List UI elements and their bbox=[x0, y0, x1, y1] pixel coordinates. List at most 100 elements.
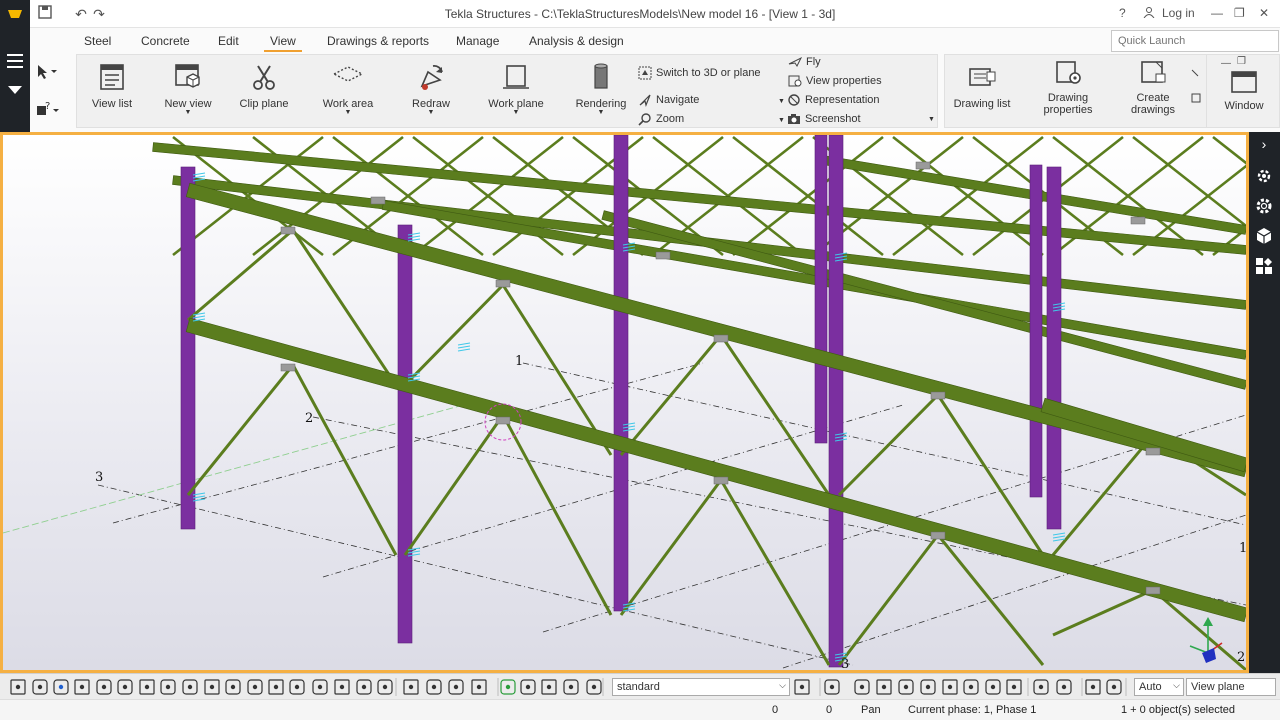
collapse-arrow-icon[interactable] bbox=[8, 86, 22, 94]
work-plane-button[interactable]: Work plane ▼ bbox=[484, 60, 548, 116]
bolt-marker[interactable] bbox=[457, 345, 471, 349]
connection-plate[interactable] bbox=[280, 226, 296, 235]
user-icon[interactable] bbox=[1143, 6, 1155, 21]
create-drawings-button[interactable]: Create drawings bbox=[1122, 58, 1184, 116]
work-area-dropdown-arrow[interactable]: ▼ bbox=[316, 109, 380, 116]
screenshot-dropdown-arrow[interactable]: ▼ bbox=[778, 117, 785, 124]
fly-button[interactable]: Fly bbox=[788, 56, 821, 68]
steel-column[interactable] bbox=[1029, 164, 1043, 498]
bracing-member[interactable] bbox=[187, 228, 294, 322]
drawing-properties-button[interactable]: Drawing properties bbox=[1036, 58, 1100, 116]
drawing-list-button[interactable]: Drawing list bbox=[950, 60, 1014, 110]
view-properties-button[interactable]: View properties bbox=[788, 75, 882, 87]
close-button[interactable]: ✕ bbox=[1259, 6, 1269, 20]
bracing-member[interactable] bbox=[619, 479, 723, 616]
tab-edit[interactable]: Edit bbox=[218, 34, 239, 48]
undo-icon[interactable]: ↶ bbox=[72, 5, 90, 23]
component-settings-icon[interactable] bbox=[1254, 166, 1274, 186]
new-view-dropdown-arrow[interactable]: ▼ bbox=[158, 109, 218, 116]
steel-column[interactable] bbox=[814, 135, 828, 444]
bolt-marker[interactable] bbox=[457, 348, 471, 352]
hamburger-icon[interactable] bbox=[7, 54, 23, 68]
screenshot-button[interactable]: ▼ Screenshot bbox=[778, 113, 861, 125]
zoom-button[interactable]: Zoom bbox=[638, 112, 684, 126]
bracing-member[interactable] bbox=[403, 283, 505, 387]
connection-plate[interactable] bbox=[930, 391, 946, 400]
help-icon[interactable]: ? bbox=[1119, 6, 1126, 20]
work-plane-dropdown-arrow[interactable]: ▼ bbox=[484, 109, 548, 116]
bracing-member[interactable] bbox=[837, 393, 940, 497]
work-area-button[interactable]: Work area ▼ bbox=[316, 60, 380, 116]
tab-concrete[interactable]: Concrete bbox=[141, 34, 190, 48]
steel-column[interactable] bbox=[180, 166, 196, 530]
axis-z-arrow[interactable] bbox=[1203, 617, 1213, 626]
login-link[interactable]: Log in bbox=[1162, 6, 1195, 20]
grid-label[interactable]: 1 bbox=[515, 354, 523, 369]
connection-plate[interactable] bbox=[370, 196, 386, 205]
tab-manage[interactable]: Manage bbox=[456, 34, 499, 48]
3d-model-canvas[interactable]: 1 2 3 1 2 3 bbox=[3, 135, 1246, 670]
bracing-member[interactable] bbox=[837, 534, 940, 666]
quick-launch-input[interactable] bbox=[1111, 30, 1279, 52]
tab-steel[interactable]: Steel bbox=[84, 34, 111, 48]
tab-drawings-reports[interactable]: Drawings & reports bbox=[327, 34, 429, 48]
save-icon[interactable] bbox=[36, 5, 54, 23]
connection-plate[interactable] bbox=[495, 416, 511, 425]
wall-beam[interactable] bbox=[1040, 397, 1246, 473]
work-area-axis[interactable] bbox=[3, 404, 464, 534]
select-tool-icon[interactable] bbox=[36, 64, 58, 83]
selection-filter-icon[interactable]: ? bbox=[36, 100, 60, 121]
clip-plane-button[interactable]: Clip plane bbox=[232, 60, 296, 110]
tab-analysis-design[interactable]: Analysis & design bbox=[529, 34, 624, 48]
bracing-member[interactable] bbox=[719, 479, 831, 666]
grid-label[interactable]: 2 bbox=[305, 411, 313, 426]
bolt-marker[interactable] bbox=[1052, 532, 1066, 536]
bracing-member[interactable] bbox=[403, 414, 505, 556]
steel-column[interactable] bbox=[1046, 166, 1062, 530]
connection-plate[interactable] bbox=[1145, 447, 1161, 456]
bolt-marker[interactable] bbox=[457, 342, 471, 346]
representation-dropdown-arrow[interactable]: ▼ bbox=[778, 98, 785, 105]
redraw-dropdown-arrow[interactable]: ▼ bbox=[400, 109, 462, 116]
restore-button[interactable]: ❐ bbox=[1234, 6, 1245, 20]
wall-beam[interactable] bbox=[185, 317, 1246, 623]
window-restore-small-button[interactable]: ❐ bbox=[1237, 56, 1246, 67]
steel-column[interactable] bbox=[828, 135, 844, 668]
tab-view[interactable]: View bbox=[264, 34, 302, 53]
connection-plate[interactable] bbox=[495, 279, 511, 288]
navigate-button[interactable]: Navigate bbox=[638, 93, 699, 107]
connection-plate[interactable] bbox=[655, 251, 671, 260]
new-view-button[interactable]: New view ▼ bbox=[158, 60, 218, 116]
properties-gear-icon[interactable] bbox=[1254, 196, 1274, 216]
plane-select[interactable]: View plane bbox=[1186, 678, 1276, 696]
bracing-member[interactable] bbox=[501, 414, 613, 616]
bracing-member[interactable] bbox=[619, 334, 723, 456]
view-list-button[interactable]: View list bbox=[82, 60, 142, 110]
window-minimize-small-button[interactable]: — bbox=[1221, 58, 1231, 69]
redo-icon[interactable]: ↷ bbox=[90, 5, 108, 23]
grid-label[interactable]: 3 bbox=[95, 470, 103, 485]
redraw-button[interactable]: Redraw ▼ bbox=[400, 60, 462, 116]
representation-button[interactable]: ▼ Representation bbox=[778, 94, 880, 106]
connection-plate[interactable] bbox=[1145, 586, 1161, 595]
steel-column[interactable] bbox=[397, 224, 413, 644]
bracing-member[interactable] bbox=[291, 364, 398, 556]
switch-3d-button[interactable]: Switch to 3D or plane bbox=[638, 66, 761, 80]
connection-plate[interactable] bbox=[930, 531, 946, 540]
bolt-marker[interactable] bbox=[1052, 535, 1066, 539]
bracing-member[interactable] bbox=[1051, 434, 1155, 556]
connection-plate[interactable] bbox=[713, 334, 729, 343]
roof-brace[interactable] bbox=[1212, 137, 1246, 257]
connection-plate[interactable] bbox=[915, 161, 931, 170]
tekla-logo[interactable] bbox=[0, 0, 30, 28]
window-button[interactable]: Window bbox=[1216, 70, 1272, 112]
roof-brace[interactable] bbox=[1212, 135, 1246, 255]
rendering-dropdown-arrow[interactable]: ▼ bbox=[570, 109, 632, 116]
steel-column[interactable] bbox=[613, 135, 629, 612]
model-viewport[interactable]: 1 2 3 1 2 3 bbox=[0, 132, 1249, 673]
axis-cube[interactable] bbox=[1202, 648, 1216, 663]
bracing-member[interactable] bbox=[1052, 588, 1154, 637]
phase-indicator[interactable]: Current phase: 1, Phase 1 bbox=[908, 704, 1036, 716]
connection-plate[interactable] bbox=[713, 476, 729, 485]
snap-mode-select[interactable]: Auto ⌵ bbox=[1134, 678, 1184, 696]
